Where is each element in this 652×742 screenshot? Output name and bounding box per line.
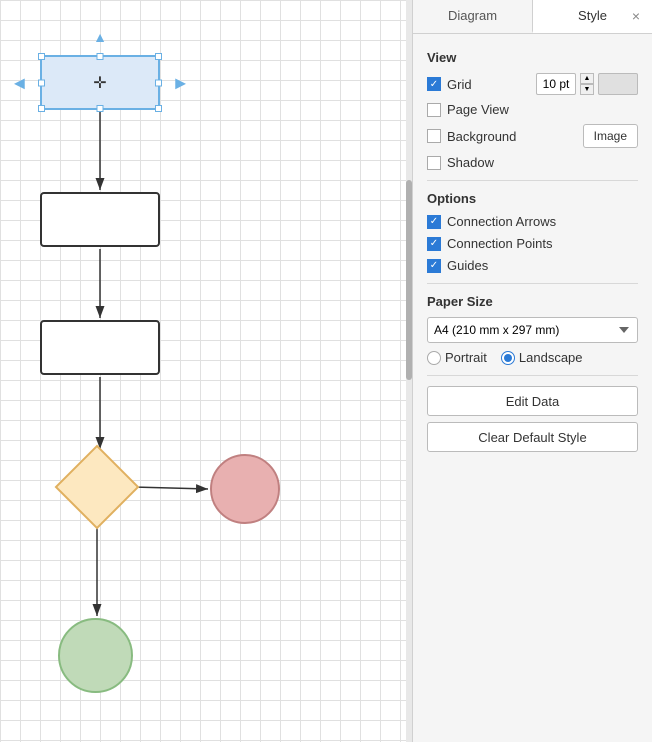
grid-label: Grid <box>447 77 472 92</box>
handle-bl[interactable] <box>38 105 45 112</box>
portrait-radio[interactable] <box>427 351 441 365</box>
landscape-option[interactable]: Landscape <box>501 350 583 365</box>
connection-arrows-checkbox[interactable] <box>427 215 441 229</box>
connection-arrows-row: Connection Arrows <box>427 214 638 229</box>
handle-bm[interactable] <box>97 105 104 112</box>
handle-tm[interactable] <box>97 53 104 60</box>
background-image-button[interactable]: Image <box>583 124 638 148</box>
edit-data-button[interactable]: Edit Data <box>427 386 638 416</box>
grid-pt-input[interactable] <box>536 73 576 95</box>
move-cursor-icon: ✛ <box>93 73 106 93</box>
guides-row: Guides <box>427 258 638 273</box>
shadow-checkbox[interactable] <box>427 156 441 170</box>
canvas[interactable]: ✛ ▲ ◀ ▶ <box>0 0 412 742</box>
handle-br[interactable] <box>155 105 162 112</box>
handle-tr[interactable] <box>155 53 162 60</box>
guides-checkbox[interactable] <box>427 259 441 273</box>
page-view-checkbox[interactable] <box>427 103 441 117</box>
connection-points-label: Connection Points <box>447 236 553 251</box>
paper-size-select[interactable]: A4 (210 mm x 297 mm) <box>427 317 638 343</box>
background-label: Background <box>447 129 516 144</box>
panel-tabs: Diagram Style × <box>413 0 652 34</box>
panel-content: View Grid ▲ ▼ Page View Background Image <box>413 34 652 742</box>
background-row: Background Image <box>427 124 638 148</box>
landscape-radio[interactable] <box>501 351 515 365</box>
grid-color-swatch[interactable] <box>598 73 638 95</box>
handle-tl[interactable] <box>38 53 45 60</box>
shadow-label: Shadow <box>447 155 494 170</box>
handle-mr[interactable] <box>155 79 162 86</box>
diamond-inner <box>55 445 140 530</box>
arrow-up-icon[interactable]: ▲ <box>93 29 107 45</box>
arrow-left-icon[interactable]: ◀ <box>14 74 25 91</box>
grid-input-group: ▲ ▼ <box>536 73 638 95</box>
scrollbar-thumb[interactable] <box>406 180 412 380</box>
view-section-title: View <box>427 50 638 65</box>
paper-size-section-title: Paper Size <box>427 294 638 309</box>
divider-1 <box>427 180 638 181</box>
connection-points-row: Connection Points <box>427 236 638 251</box>
selected-rectangle[interactable]: ✛ ▲ ◀ ▶ <box>40 55 160 110</box>
grid-row: Grid ▲ ▼ <box>427 73 638 95</box>
portrait-label: Portrait <box>445 350 487 365</box>
scrollbar-track[interactable] <box>406 0 412 742</box>
background-checkbox[interactable] <box>427 129 441 143</box>
page-view-row: Page View <box>427 102 638 117</box>
orientation-radio-group: Portrait Landscape <box>427 350 638 365</box>
arrow-right-icon[interactable]: ▶ <box>175 74 186 91</box>
connection-points-checkbox[interactable] <box>427 237 441 251</box>
circle-pink[interactable] <box>210 454 280 524</box>
diamond-shape[interactable] <box>62 452 132 522</box>
handle-ml[interactable] <box>38 79 45 86</box>
spin-buttons: ▲ ▼ <box>580 73 594 95</box>
connection-arrows-label: Connection Arrows <box>447 214 556 229</box>
landscape-label: Landscape <box>519 350 583 365</box>
right-panel: Diagram Style × View Grid ▲ ▼ Page View <box>412 0 652 742</box>
grid-checkbox[interactable] <box>427 77 441 91</box>
divider-3 <box>427 375 638 376</box>
divider-2 <box>427 283 638 284</box>
clear-default-style-button[interactable]: Clear Default Style <box>427 422 638 452</box>
shadow-row: Shadow <box>427 155 638 170</box>
rectangle-1[interactable] <box>40 192 160 247</box>
tab-diagram[interactable]: Diagram <box>413 0 533 33</box>
close-button[interactable]: × <box>628 6 644 26</box>
options-section-title: Options <box>427 191 638 206</box>
spin-up-btn[interactable]: ▲ <box>580 73 594 84</box>
page-view-label: Page View <box>447 102 509 117</box>
landscape-radio-dot <box>504 354 512 362</box>
rectangle-2[interactable] <box>40 320 160 375</box>
circle-green[interactable] <box>58 618 133 693</box>
portrait-option[interactable]: Portrait <box>427 350 487 365</box>
spin-down-btn[interactable]: ▼ <box>580 84 594 95</box>
guides-label: Guides <box>447 258 488 273</box>
